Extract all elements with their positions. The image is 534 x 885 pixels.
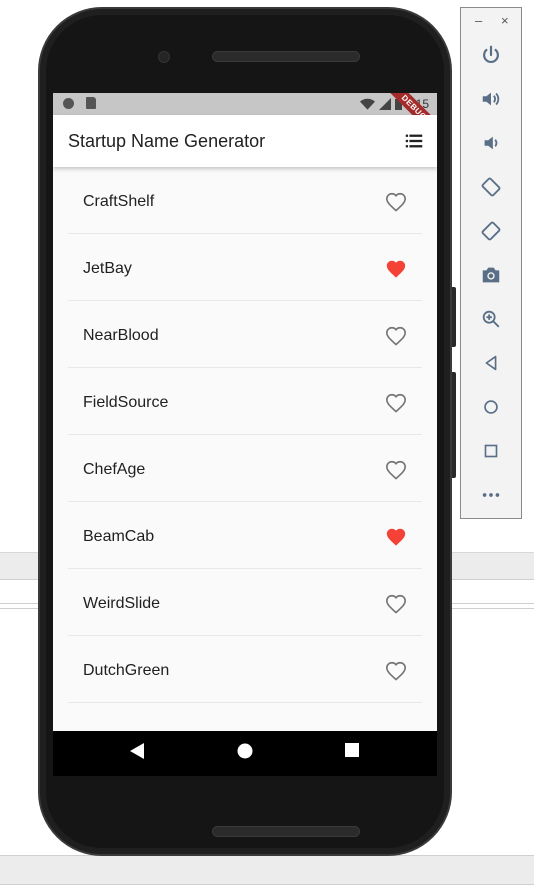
- ide-status-strip: [0, 855, 534, 885]
- list-item[interactable]: NearBlood: [68, 301, 422, 368]
- sd-card-icon: [86, 97, 96, 109]
- suggestion-list: CraftShelf JetBay NearBlood FieldSource Chef…: [68, 167, 422, 703]
- screenshot-button[interactable]: [476, 260, 506, 290]
- close-button[interactable]: ×: [501, 14, 509, 28]
- heart-outline-icon[interactable]: [385, 325, 407, 347]
- app-title: Startup Name Generator: [68, 131, 266, 151]
- status-bar: 7:15 DEBUG: [53, 93, 437, 144]
- nav-home-icon[interactable]: [237, 743, 253, 759]
- list-icon[interactable]: [403, 130, 425, 152]
- zoom-button[interactable]: [476, 304, 506, 334]
- rotate-left-icon: [481, 177, 501, 197]
- list-item-label: ChefAge: [83, 461, 146, 478]
- heart-filled-icon[interactable]: [385, 258, 407, 280]
- heart-filled-icon[interactable]: [385, 526, 407, 548]
- volume-down-icon: [484, 136, 498, 150]
- list-item[interactable]: JetBay: [68, 234, 422, 301]
- emulator-overview-button[interactable]: [476, 436, 506, 466]
- list-item-label: JetBay: [83, 260, 132, 277]
- emulator-back-button[interactable]: [476, 348, 506, 378]
- navigation-bar: [53, 731, 437, 776]
- volume-up-button[interactable]: [476, 84, 506, 114]
- camera-icon: [482, 267, 500, 283]
- volume-down-button[interactable]: [476, 128, 506, 158]
- signal-icon: [378, 98, 391, 110]
- list-item-label: BeamCab: [83, 528, 155, 545]
- home-icon: [484, 400, 498, 414]
- heart-outline-icon[interactable]: [385, 459, 407, 481]
- rotate-right-icon: [481, 221, 501, 241]
- back-icon: [485, 355, 497, 371]
- zoom-icon: [482, 310, 500, 328]
- bottom-speaker: [212, 826, 360, 837]
- list-item[interactable]: FieldSource: [68, 368, 422, 435]
- wifi-icon: [359, 98, 375, 110]
- volume-up-icon: [482, 92, 500, 106]
- nav-overview-icon[interactable]: [345, 743, 359, 757]
- app-bar: Startup Name Generator: [53, 115, 437, 167]
- power-icon: [483, 45, 499, 64]
- notification-icon: [63, 98, 74, 109]
- rotate-right-button[interactable]: [476, 216, 506, 246]
- emulator-toolbar: – ×: [460, 7, 522, 519]
- list-item-label: CraftShelf: [83, 193, 155, 210]
- top-speaker: [212, 51, 360, 62]
- overview-icon: [484, 444, 498, 458]
- front-camera: [158, 51, 170, 63]
- more-button[interactable]: [476, 480, 506, 510]
- emulator-home-button[interactable]: [476, 392, 506, 422]
- list-item-label: NearBlood: [83, 327, 159, 344]
- phone-screen: 7:15 DEBUG Startup Name Generator CraftS…: [53, 93, 437, 776]
- heart-outline-icon[interactable]: [385, 392, 407, 414]
- phone-volume-key: [452, 372, 456, 478]
- list-item-label: FieldSource: [83, 394, 169, 411]
- power-button[interactable]: [476, 40, 506, 70]
- heart-outline-icon[interactable]: [385, 191, 407, 213]
- minimize-button[interactable]: –: [475, 14, 482, 28]
- phone-side-key: [452, 287, 456, 347]
- list-item[interactable]: CraftShelf: [68, 167, 422, 234]
- list-item[interactable]: ChefAge: [68, 435, 422, 502]
- more-icon: [482, 493, 500, 497]
- list-item[interactable]: DutchGreen: [68, 636, 422, 703]
- nav-back-icon[interactable]: [130, 743, 144, 759]
- rotate-left-button[interactable]: [476, 172, 506, 202]
- list-item[interactable]: WeirdSlide: [68, 569, 422, 636]
- list-item-label: WeirdSlide: [83, 595, 161, 612]
- list-item[interactable]: BeamCab: [68, 502, 422, 569]
- heart-outline-icon[interactable]: [385, 593, 407, 615]
- heart-outline-icon[interactable]: [385, 660, 407, 682]
- list-item-label: DutchGreen: [83, 662, 170, 679]
